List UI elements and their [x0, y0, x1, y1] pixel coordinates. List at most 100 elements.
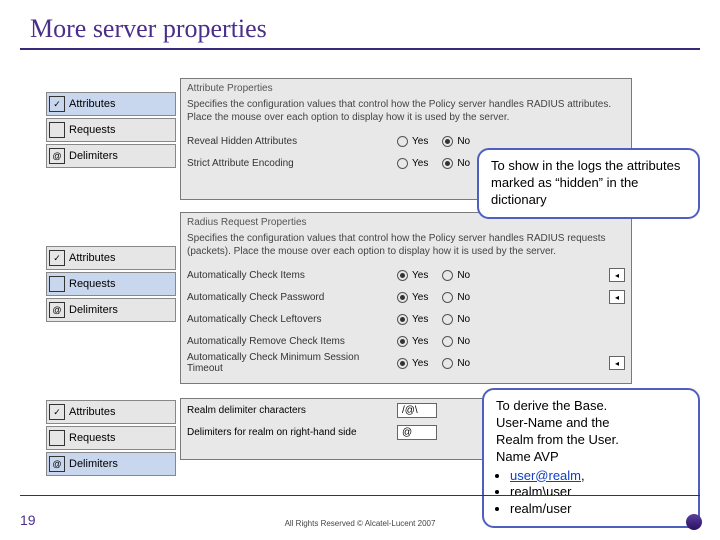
panel-description: Specifies the configuration values that …	[181, 98, 631, 130]
radio-yes[interactable]	[397, 270, 408, 281]
nav-tab-label: Attributes	[69, 98, 115, 110]
radio-no[interactable]	[442, 314, 453, 325]
slide: More server properties ✓Attributes Reque…	[0, 0, 720, 540]
user-realm-link[interactable]: user@realm	[510, 468, 581, 483]
radio-label: No	[457, 292, 470, 303]
nav-tab-delimiters[interactable]: @ Delimiters	[46, 298, 176, 322]
nav-tab-label: Requests	[69, 432, 115, 444]
radio-group: Yes No	[397, 292, 480, 303]
radio-no[interactable]	[442, 292, 453, 303]
help-button[interactable]: ◂	[609, 290, 625, 304]
radio-no[interactable]	[442, 358, 453, 369]
radio-label: No	[457, 136, 470, 147]
panel-header: Attribute Properties	[181, 79, 631, 98]
checkbox-icon: ✓	[49, 250, 65, 266]
nav-column-3: ✓ Attributes Requests @ Delimiters	[46, 400, 176, 478]
nav-tab-attributes[interactable]: ✓ Attributes	[46, 92, 176, 116]
nav-column-2: ✓ Attributes Requests @ Delimiters	[46, 246, 176, 324]
nav-tab-label: Delimiters	[69, 150, 118, 162]
nav-tab-label: Delimiters	[69, 304, 118, 316]
radio-yes[interactable]	[397, 314, 408, 325]
callout-hidden-attributes: To show in the logs the attributes marke…	[477, 148, 700, 219]
nav-tab-attributes[interactable]: ✓ Attributes	[46, 246, 176, 270]
radio-label: No	[457, 358, 470, 369]
nav-tab-label: Delimiters	[69, 458, 118, 470]
radio-label: Yes	[412, 336, 428, 347]
nav-tab-label: Attributes	[69, 252, 115, 264]
radio-yes[interactable]	[397, 158, 408, 169]
nav-tab-label: Attributes	[69, 406, 115, 418]
radio-label: Yes	[412, 314, 428, 325]
option-label: Automatically Check Password	[187, 292, 397, 303]
radio-label: No	[457, 336, 470, 347]
nav-tab-requests[interactable]: Requests	[46, 426, 176, 450]
option-label: Reveal Hidden Attributes	[187, 136, 397, 147]
option-row: Automatically Check Minimum Session Time…	[181, 352, 631, 374]
callout-bullets: user@realm, realm\user realm/user	[510, 468, 686, 519]
at-icon: @	[49, 302, 65, 318]
nav-tab-delimiters[interactable]: @ Delimiters	[46, 452, 176, 476]
radio-group: YesNo	[397, 358, 480, 369]
panel-description: Specifies the configuration values that …	[181, 232, 631, 264]
nav-tab-requests[interactable]: Requests	[46, 272, 176, 296]
at-icon: @	[49, 148, 65, 164]
rhs-delimiter-input[interactable]: @	[397, 425, 437, 440]
radio-yes[interactable]	[397, 292, 408, 303]
checkbox-icon: ✓	[49, 404, 65, 420]
radio-yes[interactable]	[397, 136, 408, 147]
option-row: Automatically Remove Check Items Yes No	[181, 330, 631, 352]
card-icon	[49, 122, 65, 138]
radio-group: Yes No	[397, 314, 480, 325]
radio-label: No	[457, 158, 470, 169]
checkbox-icon: ✓	[49, 96, 65, 112]
realm-delimiter-input[interactable]: /@\	[397, 403, 437, 418]
option-label: Automatically Check Items	[187, 270, 397, 281]
radio-group: Yes No	[397, 136, 480, 147]
radio-label: Yes	[412, 270, 428, 281]
nav-tab-attributes[interactable]: ✓ Attributes	[46, 400, 176, 424]
radio-label: No	[457, 314, 470, 325]
title-divider	[20, 48, 700, 50]
radio-label: No	[457, 270, 470, 281]
card-icon	[49, 430, 65, 446]
delimiter-label: Realm delimiter characters	[187, 405, 397, 416]
option-rows: Automatically Check Items Yes No ◂ Automatic…	[181, 264, 631, 374]
help-button[interactable]: ◂	[609, 268, 625, 282]
callout-line: To derive the Base.	[496, 398, 607, 413]
radio-no[interactable]	[442, 158, 453, 169]
card-icon	[49, 276, 65, 292]
help-button[interactable]: ◂	[609, 356, 625, 370]
radius-request-panel: Radius Request Properties Specifies the …	[180, 212, 632, 384]
radio-group: Yes No	[397, 270, 480, 281]
radio-group: Yes No	[397, 336, 480, 347]
footer-divider	[20, 495, 700, 496]
radio-no[interactable]	[442, 336, 453, 347]
nav-tab-delimiters[interactable]: @ Delimiters	[46, 144, 176, 168]
radio-label: Yes	[412, 158, 428, 169]
alcatel-lucent-logo-icon	[686, 514, 702, 530]
radio-label: Yes	[412, 136, 428, 147]
callout-line: Realm from the User.	[496, 432, 619, 447]
option-row: Automatically Check Password Yes No ◂	[181, 286, 631, 308]
option-label: Strict Attribute Encoding	[187, 158, 397, 169]
option-label: Automatically Remove Check Items	[187, 336, 397, 347]
radio-no[interactable]	[442, 270, 453, 281]
delimiter-label: Delimiters for realm on right-hand side	[187, 427, 397, 438]
radio-label: Yes	[412, 292, 428, 303]
callout-bullet: user@realm,	[510, 468, 686, 485]
callout-bullet: realm/user	[510, 501, 686, 518]
callout-line: User-Name and the	[496, 415, 609, 430]
at-icon: @	[49, 456, 65, 472]
radio-no[interactable]	[442, 136, 453, 147]
nav-tab-label: Requests	[69, 124, 115, 136]
radio-yes[interactable]	[397, 358, 408, 369]
callout-realm-derive: To derive the Base. User-Name and the Re…	[482, 388, 700, 528]
copyright: All Rights Reserved © Alcatel-Lucent 200…	[0, 519, 720, 528]
radio-group: Yes No	[397, 158, 480, 169]
option-label: Automatically Check Minimum Session Time…	[187, 352, 397, 374]
radio-yes[interactable]	[397, 336, 408, 347]
nav-tab-label: Requests	[69, 278, 115, 290]
nav-tab-requests[interactable]: Requests	[46, 118, 176, 142]
nav-column-1: ✓ Attributes Requests @ Delimiters	[46, 92, 176, 170]
option-label: Automatically Check Leftovers	[187, 314, 397, 325]
